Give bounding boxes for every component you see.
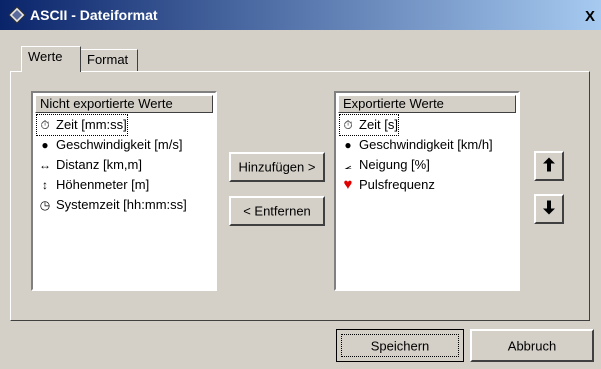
list-item[interactable]: ◷ Systemzeit [hh:mm:ss] [37,195,187,215]
list-item[interactable]: ● Geschwindigkeit [km/h] [340,135,493,155]
speed-icon: ● [344,138,352,152]
window-title: ASCII - Dateiformat [30,7,158,23]
list-item[interactable]: ♥ Pulsfrequenz [340,175,435,195]
item-label: Systemzeit [hh:mm:ss] [56,197,187,212]
not-exported-list[interactable]: Nicht exportierte Werte ⏱ Zeit [mm:ss] ● G… [31,91,217,291]
tab-label: Werte [28,49,63,64]
move-up-icon [536,157,562,175]
add-button-label: Hinzufügen > [238,159,316,175]
list-item[interactable]: ● Geschwindigkeit [m/s] [37,135,182,155]
save-button[interactable]: Speichern [336,329,464,362]
move-down-icon [536,200,562,218]
item-label: Pulsfrequenz [359,177,435,192]
move-down-button[interactable] [534,194,564,224]
dialog-icon [8,6,26,24]
list-item[interactable]: ⏱ Zeit [mm:ss] [36,114,128,136]
stopwatch-icon: ⏱ [40,118,50,132]
cancel-button[interactable]: Abbruch [470,329,594,362]
speed-icon: ● [41,138,49,152]
close-icon: X [584,8,595,25]
item-label: Distanz [km,m] [56,157,142,172]
list-header: Nicht exportierte Werte [35,95,213,113]
item-label: Geschwindigkeit [m/s] [56,137,183,152]
heart-icon: ♥ [343,176,353,193]
list-header: Exportierte Werte [338,95,516,113]
item-label: Höhenmeter [m] [56,177,150,192]
item-label: Zeit [mm:ss] [56,117,127,132]
incline-icon: ⦟ [344,158,352,172]
title-bar: ASCII - Dateiformat [0,0,601,30]
item-label: Zeit [s] [359,117,399,132]
exported-list[interactable]: Exportierte Werte ⏱ Zeit [s] ● Geschwindig… [334,91,520,291]
remove-button-label: < Entfernen [243,203,311,219]
save-button-label: Speichern [370,338,430,353]
cancel-button-label: Abbruch [507,338,557,353]
distance-icon: ↔ [39,158,51,172]
add-button[interactable]: Hinzufügen > [229,152,325,182]
list-item[interactable]: ⦟ Neigung [%] [340,155,430,175]
list-item[interactable]: ⏱ Zeit [s] [338,114,400,136]
clock-icon: ◷ [39,198,51,212]
close-button[interactable]: X [581,8,599,26]
tab-werte[interactable]: Werte [21,46,81,72]
list-item[interactable]: ↕ Höhenmeter [m] [37,175,149,195]
altitude-icon: ↕ [42,178,48,192]
stopwatch-icon: ⏱ [343,118,353,132]
move-up-button[interactable] [534,151,564,181]
item-label: Neigung [%] [359,157,430,172]
tab-format[interactable]: Format [80,49,138,71]
item-label: Geschwindigkeit [km/h] [359,137,493,152]
remove-button[interactable]: < Entfernen [229,196,325,226]
list-item[interactable]: ↔ Distanz [km,m] [37,155,142,175]
tab-label: Format [87,52,129,67]
